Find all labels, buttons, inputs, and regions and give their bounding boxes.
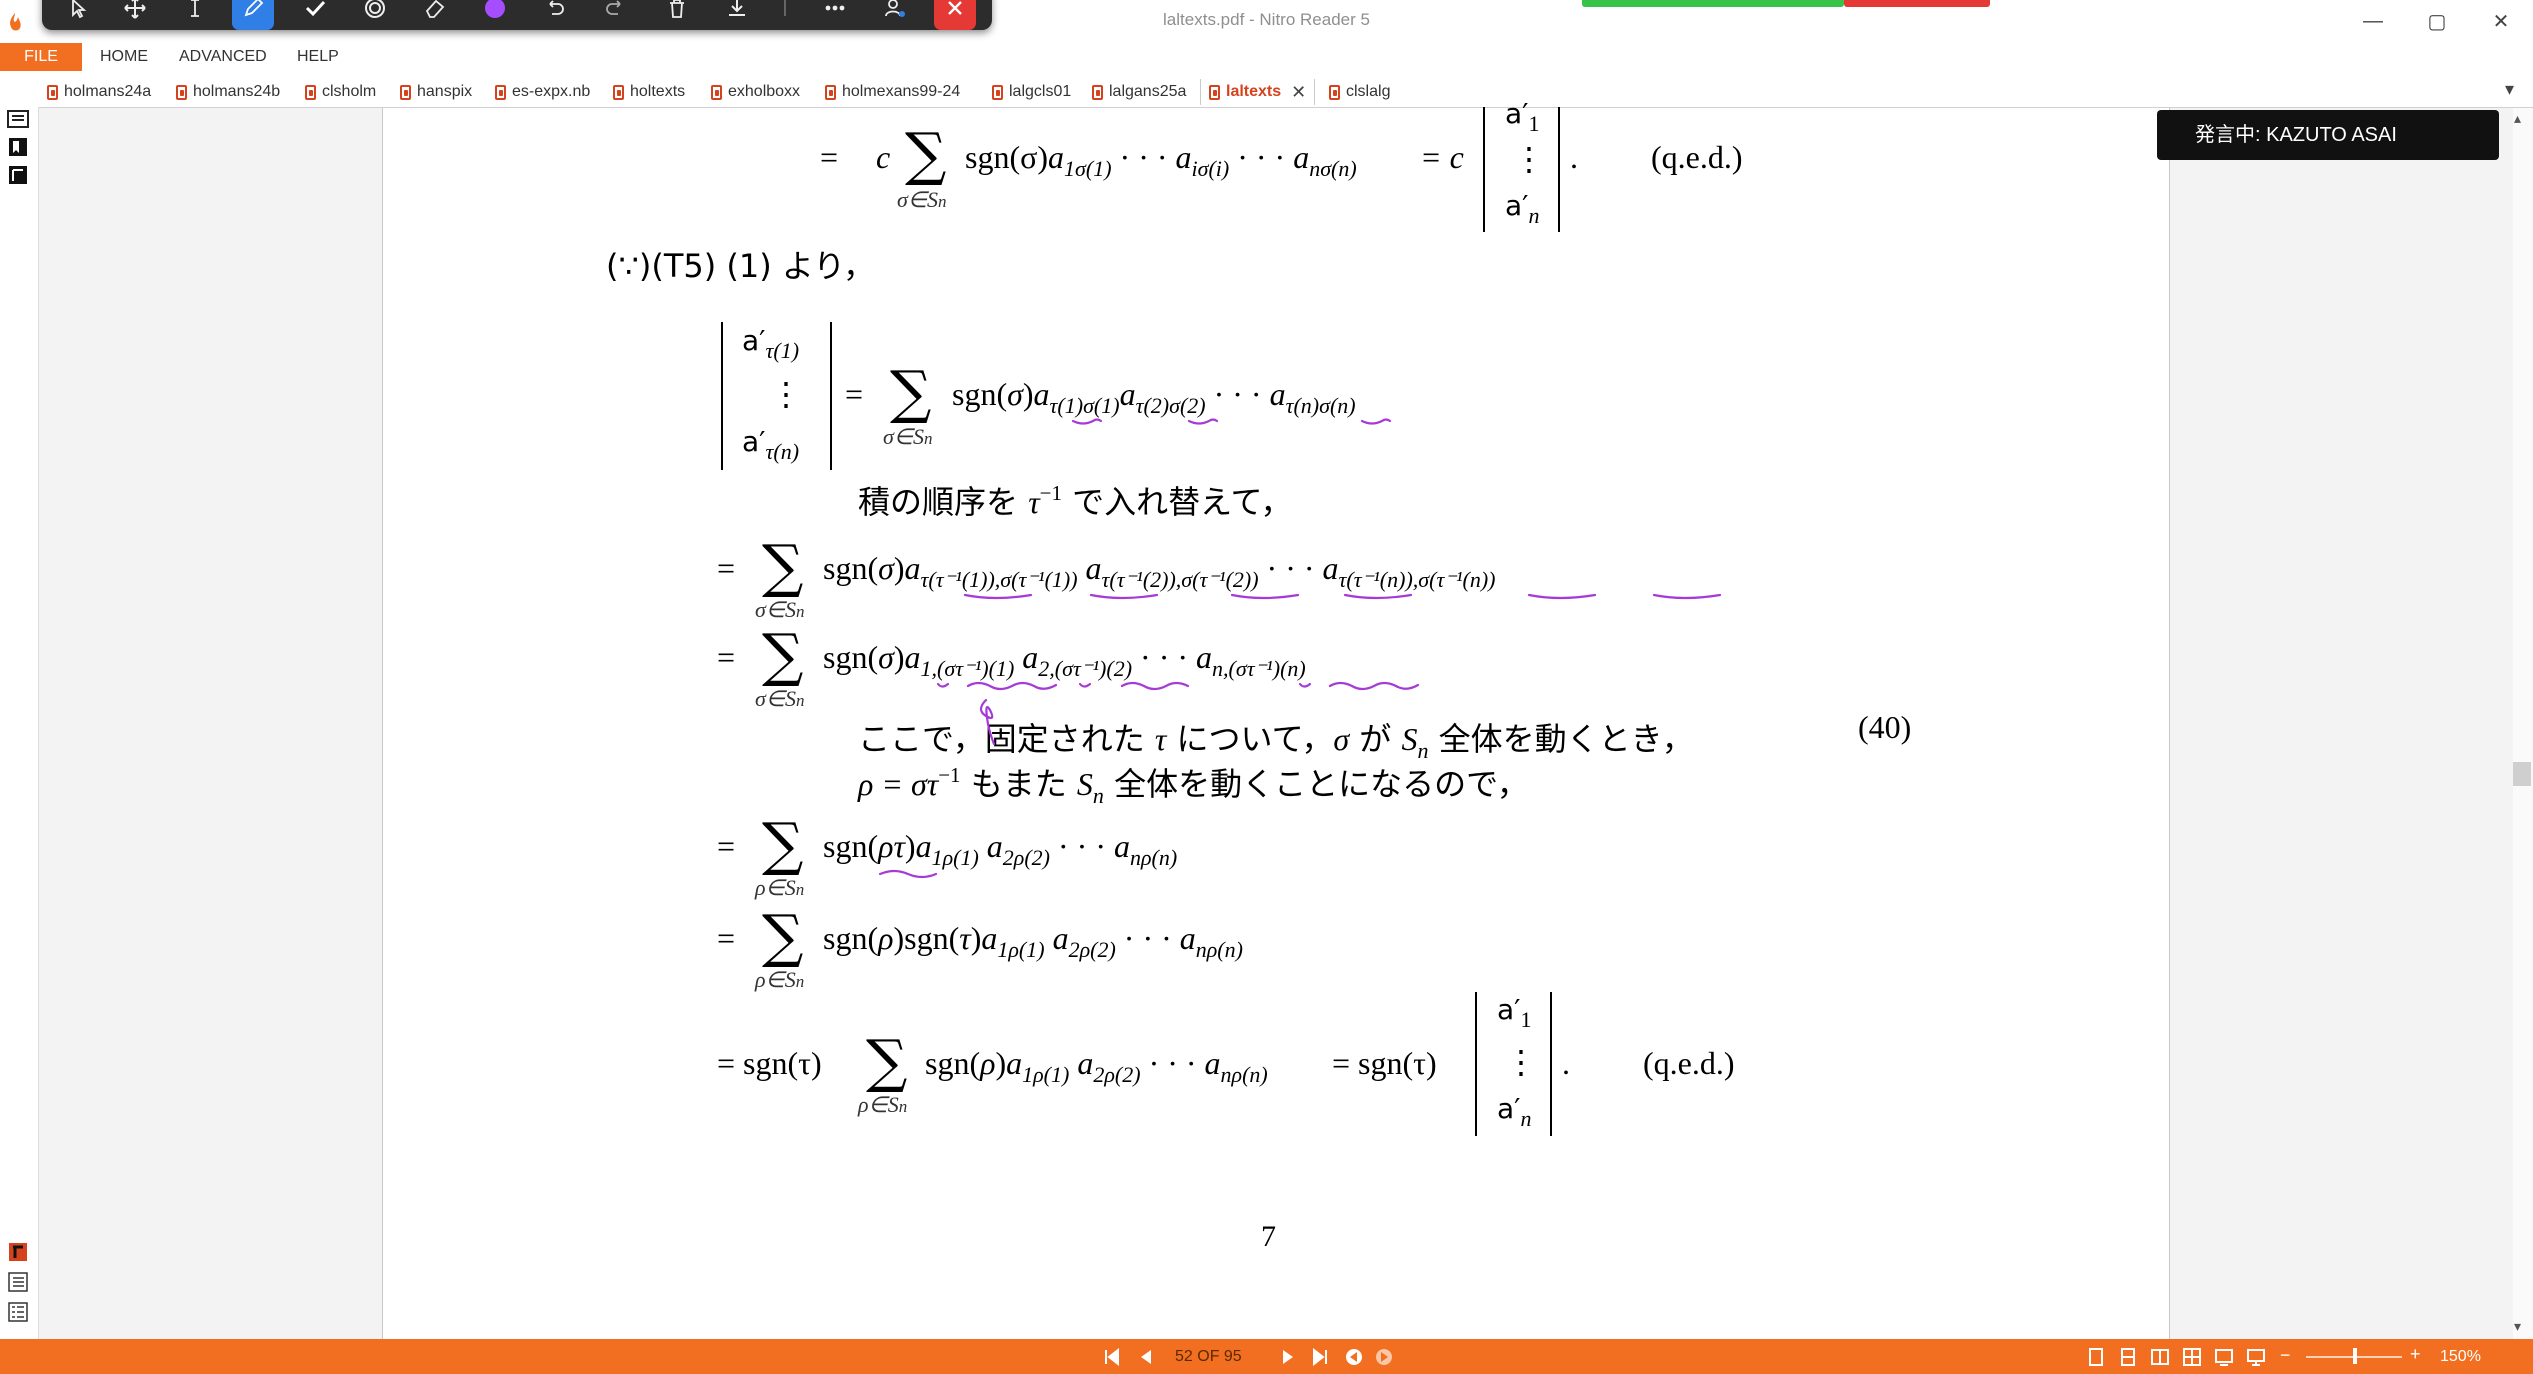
back-view-icon[interactable]	[1344, 1347, 1364, 1367]
forward-view-icon[interactable]	[1374, 1347, 1394, 1367]
next-page-icon[interactable]	[1278, 1347, 1298, 1367]
pen-stroke	[1343, 593, 1413, 600]
pen-annotation-layer	[878, 418, 1722, 879]
continuous-view-icon[interactable]	[2118, 1347, 2138, 1367]
prev-page-icon[interactable]	[1136, 1347, 1156, 1367]
pen-stroke	[1230, 593, 1300, 600]
first-page-icon[interactable]	[1102, 1347, 1122, 1367]
presentation-mode-icon[interactable]	[2246, 1347, 2266, 1367]
pen-stroke	[1298, 682, 1312, 688]
pen-stroke	[1120, 681, 1190, 691]
pen-stroke	[1328, 681, 1420, 691]
pen-stroke	[1078, 682, 1092, 688]
pen-stroke	[1187, 418, 1219, 425]
continuous-facing-view-icon[interactable]	[2182, 1347, 2202, 1367]
reading-mode-icon[interactable]	[2214, 1347, 2234, 1367]
zoom-slider-thumb[interactable]	[2353, 1348, 2357, 1364]
single-page-view-icon[interactable]	[2086, 1347, 2106, 1367]
page-indicator[interactable]: 52 OF 95	[1175, 1339, 1242, 1374]
zoom-in-icon[interactable]: +	[2410, 1344, 2421, 1365]
status-bar: 52 OF 95 − + 150%	[0, 1339, 2533, 1374]
pen-stroke	[878, 869, 938, 879]
facing-view-icon[interactable]	[2150, 1347, 2170, 1367]
pen-stroke	[979, 698, 996, 746]
pen-stroke	[1360, 418, 1392, 425]
zoom-out-icon[interactable]: −	[2280, 1345, 2291, 1366]
pen-stroke	[1527, 593, 1597, 600]
pen-stroke	[963, 593, 1033, 600]
last-page-icon[interactable]	[1310, 1347, 1330, 1367]
pen-stroke	[966, 681, 1058, 691]
speaker-badge: 発言中: KAZUTO ASAI	[2157, 110, 2499, 160]
pen-stroke	[1089, 593, 1159, 600]
pen-stroke	[1652, 593, 1722, 600]
zoom-level[interactable]: 150%	[2440, 1339, 2481, 1374]
pen-stroke	[1071, 418, 1103, 425]
pen-stroke	[936, 682, 950, 688]
